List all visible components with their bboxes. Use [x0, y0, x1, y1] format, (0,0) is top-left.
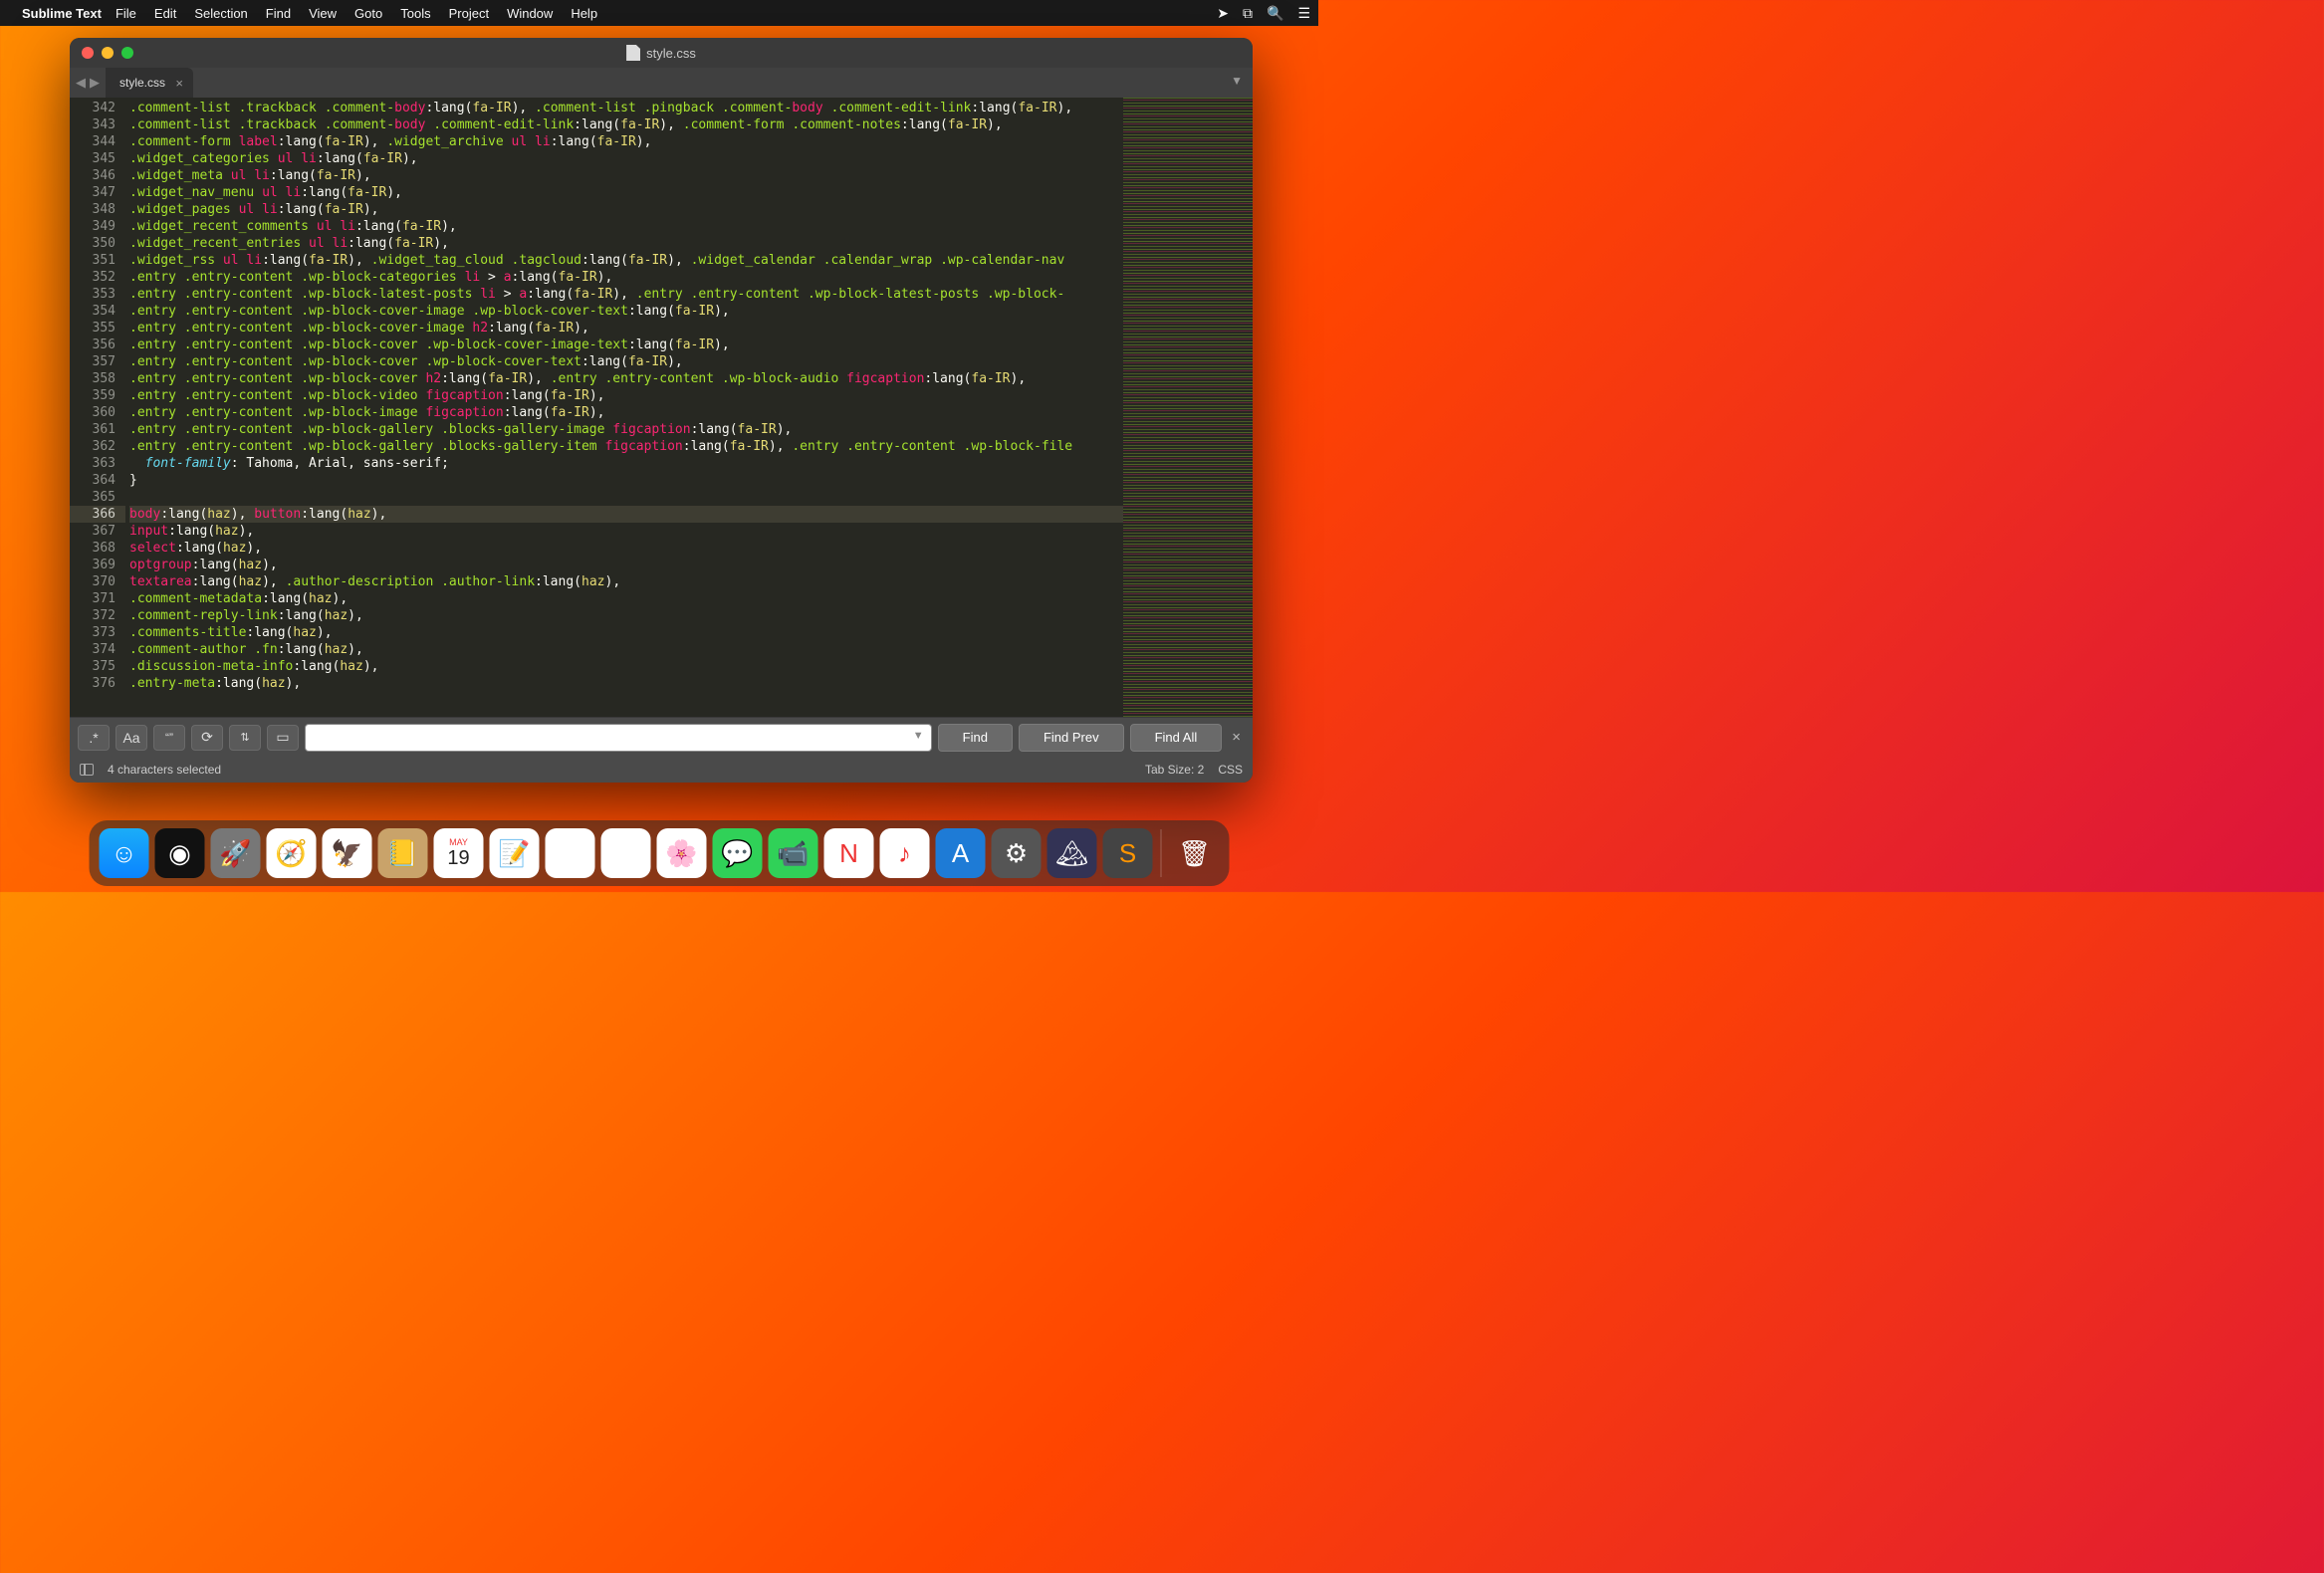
spotlight-icon[interactable]: 🔍	[1267, 5, 1283, 22]
window-titlebar[interactable]: style.css	[70, 38, 1253, 68]
dock-preferences-icon[interactable]: ⚙	[992, 828, 1042, 878]
line-number-gutter: 3423433443453463473483493503513523533543…	[70, 98, 125, 717]
find-panel: .* Aa “” ⟳ ⇅ ▭ ▼ Find Find Prev Find All…	[70, 717, 1253, 757]
dock-music-icon[interactable]: ♪	[880, 828, 930, 878]
status-tabsize[interactable]: Tab Size: 2	[1145, 763, 1204, 777]
macos-dock: ☺ ◉ 🚀 🧭 🦅 📒 MAY 19 📝 ☑ 🗺 🌸 💬 📹 N ♪ A ⚙ 🏔…	[90, 820, 1230, 886]
dock-finder-icon[interactable]: ☺	[100, 828, 149, 878]
dock-news-icon[interactable]: N	[824, 828, 874, 878]
find-button[interactable]: Find	[938, 724, 1013, 752]
window-title: style.css	[646, 46, 696, 61]
calendar-day: 19	[447, 847, 469, 870]
tab-label: style.css	[119, 76, 165, 90]
dock-notes-icon[interactable]: 📝	[490, 828, 540, 878]
menu-selection[interactable]: Selection	[194, 6, 247, 21]
dock-appstore-icon[interactable]: A	[936, 828, 986, 878]
find-history-icon[interactable]: ▼	[913, 730, 924, 742]
dock-maps-icon[interactable]: 🗺	[601, 828, 651, 878]
dock-facetime-icon[interactable]: 📹	[769, 828, 818, 878]
dock-messages-icon[interactable]: 💬	[713, 828, 763, 878]
find-close-icon[interactable]: ×	[1228, 729, 1245, 746]
sublime-window: style.css ◀ ▶ style.css × ▼ 342343344345…	[70, 38, 1253, 783]
calendar-month: MAY	[449, 837, 468, 847]
dock-siri-icon[interactable]: ◉	[155, 828, 205, 878]
control-center-icon[interactable]: ☰	[1297, 5, 1310, 22]
window-zoom-button[interactable]	[121, 47, 133, 59]
dock-wallpaper-icon[interactable]: 🏔	[1047, 828, 1097, 878]
menu-find[interactable]: Find	[266, 6, 291, 21]
file-icon	[626, 45, 640, 61]
tab-bar: ◀ ▶ style.css × ▼	[70, 68, 1253, 98]
dock-safari-icon[interactable]: 🧭	[267, 828, 317, 878]
find-word-button[interactable]: “”	[153, 725, 185, 751]
menu-file[interactable]: File	[116, 6, 136, 21]
dock-photos-icon[interactable]: 🌸	[657, 828, 707, 878]
code-content[interactable]: .comment-list .trackback .comment-body:l…	[125, 98, 1123, 717]
dock-contacts-icon[interactable]: 📒	[378, 828, 428, 878]
find-regex-button[interactable]: .*	[78, 725, 110, 751]
dock-sublime-icon[interactable]: S	[1103, 828, 1153, 878]
dock-launchpad-icon[interactable]: 🚀	[211, 828, 261, 878]
find-highlight-button[interactable]: ▭	[267, 725, 299, 751]
sidebar-toggle-icon[interactable]	[80, 764, 94, 776]
status-syntax[interactable]: CSS	[1218, 763, 1243, 777]
dock-reminders-icon[interactable]: ☑	[546, 828, 595, 878]
status-bar: 4 characters selected Tab Size: 2 CSS	[70, 757, 1253, 783]
find-all-button[interactable]: Find All	[1130, 724, 1223, 752]
dock-calendar-icon[interactable]: MAY 19	[434, 828, 484, 878]
find-wrap-button[interactable]: ⟳	[191, 725, 223, 751]
window-close-button[interactable]	[82, 47, 94, 59]
tab-overflow-icon[interactable]: ▼	[1231, 74, 1243, 88]
dock-separator	[1161, 829, 1162, 877]
screen-mirror-icon[interactable]: ⧉	[1243, 5, 1253, 22]
macos-menubar: Sublime Text File Edit Selection Find Vi…	[0, 0, 1318, 26]
editor-area[interactable]: 3423433443453463473483493503513523533543…	[70, 98, 1253, 717]
window-minimize-button[interactable]	[102, 47, 114, 59]
dock-mail-icon[interactable]: 🦅	[323, 828, 372, 878]
menu-view[interactable]: View	[309, 6, 337, 21]
find-input[interactable]	[305, 724, 932, 752]
menu-edit[interactable]: Edit	[154, 6, 176, 21]
find-case-button[interactable]: Aa	[116, 725, 147, 751]
minimap[interactable]	[1123, 98, 1253, 717]
tab-close-icon[interactable]: ×	[175, 76, 183, 91]
find-selection-button[interactable]: ⇅	[229, 725, 261, 751]
menu-window[interactable]: Window	[507, 6, 553, 21]
nav-forward-icon[interactable]: ▶	[90, 75, 100, 91]
nav-back-icon[interactable]: ◀	[76, 75, 86, 91]
menu-help[interactable]: Help	[571, 6, 597, 21]
menu-goto[interactable]: Goto	[354, 6, 382, 21]
status-selection: 4 characters selected	[108, 763, 221, 777]
dock-trash-icon[interactable]: 🗑	[1170, 828, 1220, 878]
app-name[interactable]: Sublime Text	[22, 6, 102, 21]
tab-style-css[interactable]: style.css ×	[106, 68, 193, 98]
cursor-icon[interactable]: ➤	[1217, 5, 1229, 22]
find-prev-button[interactable]: Find Prev	[1019, 724, 1124, 752]
menu-project[interactable]: Project	[449, 6, 489, 21]
menu-tools[interactable]: Tools	[400, 6, 430, 21]
